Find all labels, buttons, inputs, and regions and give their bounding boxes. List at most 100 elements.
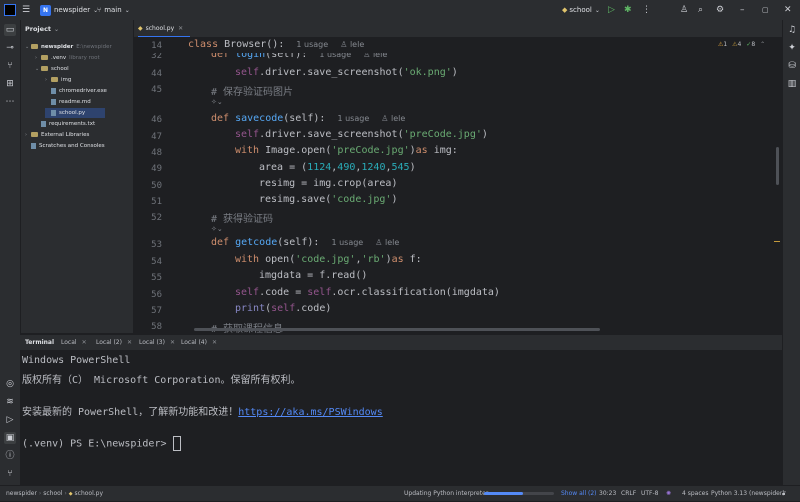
tree-item[interactable]: chromedriver.exe: [45, 86, 107, 96]
main-menu-icon[interactable]: ☰: [22, 0, 30, 20]
run-config-name: school: [569, 6, 592, 14]
right-tool-strip: ♫ ✦ ⛁ ▥: [782, 20, 800, 485]
branch-switcher[interactable]: ⑂ main ⌄: [97, 0, 130, 20]
app-logo-icon[interactable]: [4, 0, 16, 20]
code-editor[interactable]: 14 class Browser(): 1 usage ♙ lele ⚠1 ⚠4…: [134, 37, 782, 333]
breadcrumb-item[interactable]: newspider: [6, 490, 37, 497]
weak-warning-count: 4: [737, 41, 742, 48]
tab-local-2[interactable]: Local (2) ✕: [96, 335, 132, 350]
show-all-tasks-link[interactable]: Show all (2): [561, 486, 597, 501]
tree-item[interactable]: Scratches and Consoles: [25, 141, 105, 151]
python-packages-icon[interactable]: ◎: [4, 378, 16, 390]
branch-icon: ⑂: [97, 6, 102, 14]
debug-button[interactable]: ✱: [624, 0, 632, 20]
run-tool-icon[interactable]: ▷: [4, 414, 16, 426]
tree-item-label: readme.md: [59, 99, 91, 105]
terminal-tabs: Terminal Local ✕ Local (2) ✕ Local (3) ✕ Lo…: [20, 334, 782, 352]
vertical-scrollbar[interactable]: [776, 147, 779, 185]
sticky-header[interactable]: 14 class Browser(): 1 usage ♙ lele: [134, 39, 774, 53]
tree-item[interactable]: › .venv library root: [35, 53, 100, 63]
tree-item[interactable]: › img: [45, 75, 71, 85]
close-tab-icon[interactable]: ✕: [127, 339, 132, 346]
minimize-button[interactable]: –: [740, 0, 745, 20]
class-name: Browser():: [224, 39, 285, 50]
terminal-prompt[interactable]: (.venv) PS E:\newspider>: [22, 436, 181, 451]
file-icon: [51, 87, 56, 94]
project-tool-icon[interactable]: ▭: [4, 24, 16, 36]
file-icon: [31, 142, 36, 149]
more-actions-button[interactable]: ⋮: [642, 0, 651, 20]
breadcrumb-item[interactable]: school.py: [75, 490, 104, 497]
line-separator[interactable]: CRLF: [621, 486, 636, 501]
tree-item-label: school: [51, 66, 69, 72]
tree-item-label: chromedriver.exe: [59, 88, 107, 94]
close-tab-icon[interactable]: ✕: [82, 339, 87, 346]
terminal-line: 安装最新的 PowerShell，了解新功能和改进！https://aka.ms…: [22, 407, 383, 418]
notifications-icon[interactable]: ♫: [786, 24, 798, 36]
run-config-selector[interactable]: ◆ school ⌄: [562, 0, 600, 20]
status-bar: newspider › school › ◆ school.py Updatin…: [0, 485, 800, 501]
readonly-lock-icon[interactable]: 🔓︎: [782, 486, 786, 501]
background-task-label[interactable]: Updating Python interpreter: [404, 486, 488, 501]
project-panel-title[interactable]: Project ⌄: [25, 25, 59, 33]
tree-item-label: External Libraries: [41, 132, 90, 138]
tree-item[interactable]: school.py: [45, 108, 105, 118]
search-button[interactable]: ⌕: [698, 0, 703, 20]
ai-assistant-icon[interactable]: ✦: [786, 42, 798, 54]
close-button[interactable]: ✕: [784, 0, 792, 20]
layers-tool-icon[interactable]: ≋: [4, 396, 16, 408]
search-icon: ⌕: [698, 5, 704, 15]
project-switcher[interactable]: N newspider ⌄: [40, 0, 98, 20]
folder-icon: [31, 132, 38, 137]
git-tool-icon[interactable]: ⑂: [4, 60, 16, 72]
tab-label: Local (3): [139, 339, 165, 346]
file-encoding[interactable]: UTF-8: [641, 486, 659, 501]
maximize-button[interactable]: ▢: [762, 0, 769, 20]
tree-item[interactable]: ⌄ school: [35, 64, 69, 74]
python-icon: ◆: [562, 6, 568, 14]
structure-tool-icon[interactable]: ⊞: [4, 78, 16, 90]
sciview-icon[interactable]: ▥: [786, 78, 798, 90]
tree-item[interactable]: readme.md: [45, 97, 91, 107]
close-tab-icon[interactable]: ✕: [212, 339, 217, 346]
ai-actions-icon[interactable]: ✧⌄: [211, 98, 223, 106]
project-panel: Project ⌄ ⌄ newspider E:\newspider › .venv lib…: [21, 20, 134, 333]
caret-position[interactable]: 30:23: [599, 486, 616, 501]
tree-item-label: Scratches and Consoles: [39, 143, 105, 149]
problems-tool-icon[interactable]: ⓘ: [4, 450, 16, 462]
python-interpreter[interactable]: Python 3.13 (newspider): [711, 486, 785, 501]
settings-button[interactable]: ⚙: [716, 0, 724, 20]
terminal-panel[interactable]: Windows PowerShell 版权所有（C） Microsoft Cor…: [20, 350, 782, 485]
inspection-widget[interactable]: ⚠1 ⚠4 ✓8 ⌃: [718, 41, 765, 48]
line-number: 14: [151, 41, 162, 51]
close-tab-icon[interactable]: ✕: [170, 339, 175, 346]
project-badge: N: [40, 4, 51, 16]
commit-tool-icon[interactable]: ⊸: [4, 42, 16, 54]
close-tab-icon[interactable]: ✕: [178, 25, 183, 32]
horizontal-scrollbar[interactable]: [194, 328, 600, 331]
usage-hint[interactable]: 1 usage: [296, 40, 328, 49]
account-button[interactable]: ♙: [680, 0, 688, 20]
expand-icon: ⌃: [760, 41, 766, 48]
left-tool-strip: ▭ ⊸ ⑂ ⊞ ⋯ ◎ ≋ ▷ ▣ ⓘ ⑂: [0, 20, 21, 485]
tab-local-4[interactable]: Local (4) ✕: [181, 335, 217, 350]
more-tools-icon[interactable]: ⋯: [4, 96, 16, 108]
tab-local-3[interactable]: Local (3) ✕: [139, 335, 175, 350]
tree-item[interactable]: ⌄ newspider E:\newspider: [25, 42, 112, 52]
run-button[interactable]: ▷: [608, 0, 615, 20]
tree-item[interactable]: requirements.txt: [35, 119, 95, 129]
vcs-tool-icon[interactable]: ⑂: [4, 468, 16, 480]
terminal-link[interactable]: https://aka.ms/PSWindows: [238, 407, 383, 418]
tree-item[interactable]: › External Libraries: [25, 130, 89, 140]
tree-item-label: school.py: [59, 110, 86, 116]
terminal-tool-icon[interactable]: ▣: [4, 432, 16, 444]
breadcrumb-item[interactable]: school: [43, 490, 62, 497]
author-hint: ♙ lele: [340, 40, 365, 49]
warning-marker[interactable]: [774, 241, 780, 242]
ai-actions-icon[interactable]: ✧⌄: [211, 225, 223, 233]
ai-status-icon[interactable]: ✺: [666, 486, 671, 501]
indent-settings[interactable]: 4 spaces: [682, 486, 708, 501]
python-file-icon: ◆: [138, 24, 143, 32]
tab-school-py[interactable]: ◆ school.py ✕: [138, 20, 190, 38]
database-icon[interactable]: ⛁: [786, 60, 798, 72]
